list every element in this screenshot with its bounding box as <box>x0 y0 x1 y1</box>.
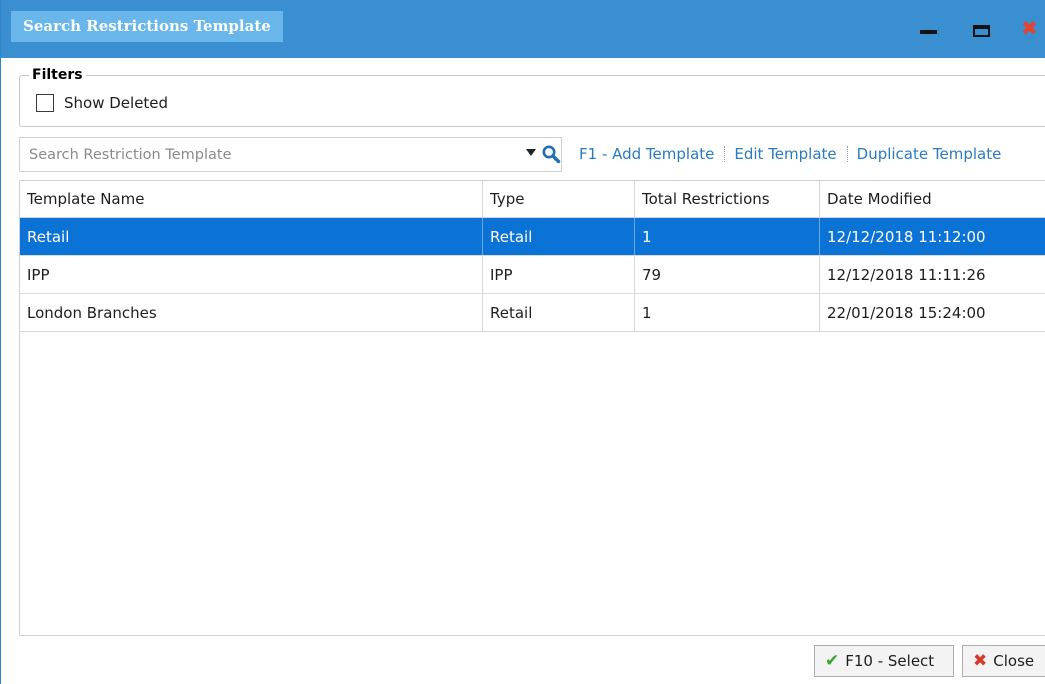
search-input[interactable] <box>20 138 515 171</box>
chevron-down-icon[interactable] <box>526 149 536 156</box>
column-header-type[interactable]: Type <box>483 181 635 217</box>
select-button[interactable]: ✔ F10 - Select <box>814 645 954 677</box>
table-row[interactable]: Retail Retail 1 12/12/2018 11:12:00 <box>20 218 1045 256</box>
cell-date-modified: 12/12/2018 11:11:26 <box>827 265 986 284</box>
column-header-date-modified[interactable]: Date Modified <box>820 181 1045 217</box>
cell-date-modified: 22/01/2018 15:24:00 <box>827 303 986 322</box>
cell-type: Retail <box>483 218 635 255</box>
table-row[interactable]: IPP IPP 79 12/12/2018 11:11:26 <box>20 256 1045 294</box>
x-icon: ✖ <box>973 651 988 671</box>
show-deleted-checkbox[interactable] <box>36 94 54 112</box>
filters-legend: Filters <box>29 67 86 83</box>
templates-grid[interactable]: Template Name Type Total Restrictions Da… <box>19 180 1045 636</box>
toolbar-separator <box>846 146 848 162</box>
minimize-button[interactable] <box>918 17 942 39</box>
grid-header: Template Name Type Total Restrictions Da… <box>20 181 1045 218</box>
column-header-total-restrictions[interactable]: Total Restrictions <box>635 181 820 217</box>
cell-total-restrictions: 79 <box>635 256 820 293</box>
search-icon[interactable] <box>541 144 561 164</box>
select-button-label: F10 - Select <box>845 652 935 670</box>
maximize-button[interactable] <box>971 17 995 39</box>
cell-template-name: Retail <box>20 218 483 255</box>
close-button[interactable]: ✖ Close <box>962 645 1045 677</box>
close-icon: ✖ <box>1021 17 1038 39</box>
filters-group: Filters Show Deleted <box>19 67 1045 127</box>
edit-template-link[interactable]: Edit Template <box>734 145 836 163</box>
cell-type: Retail <box>483 294 635 331</box>
cell-total-restrictions: 1 <box>635 294 820 331</box>
close-button-label: Close <box>993 652 1035 670</box>
column-header-template-name[interactable]: Template Name <box>20 181 483 217</box>
table-row[interactable]: London Branches Retail 1 22/01/2018 15:2… <box>20 294 1045 332</box>
minimize-icon <box>920 30 937 34</box>
cell-type: IPP <box>483 256 635 293</box>
window-title: Search Restrictions Template <box>11 11 283 42</box>
cell-template-name: London Branches <box>20 294 483 331</box>
title-bar[interactable]: Search Restrictions Template ✖ <box>1 0 1045 58</box>
toolbar-separator <box>724 146 726 162</box>
dialog-window: Search Restrictions Template ✖ Filters S… <box>0 0 1045 684</box>
window-close-button[interactable]: ✖ <box>1021 17 1045 39</box>
show-deleted-option[interactable]: Show Deleted <box>36 93 168 113</box>
cell-total-restrictions: 1 <box>635 218 820 255</box>
search-box <box>19 137 562 172</box>
show-deleted-label: Show Deleted <box>64 94 169 112</box>
maximize-icon <box>973 25 990 37</box>
add-template-link[interactable]: F1 - Add Template <box>579 145 714 163</box>
cell-date-modified: 12/12/2018 11:12:00 <box>827 227 986 246</box>
template-toolbar: F1 - Add Template Edit Template Duplicat… <box>579 143 1001 165</box>
duplicate-template-link[interactable]: Duplicate Template <box>857 145 1002 163</box>
check-icon: ✔ <box>825 651 840 671</box>
cell-template-name: IPP <box>20 256 483 293</box>
